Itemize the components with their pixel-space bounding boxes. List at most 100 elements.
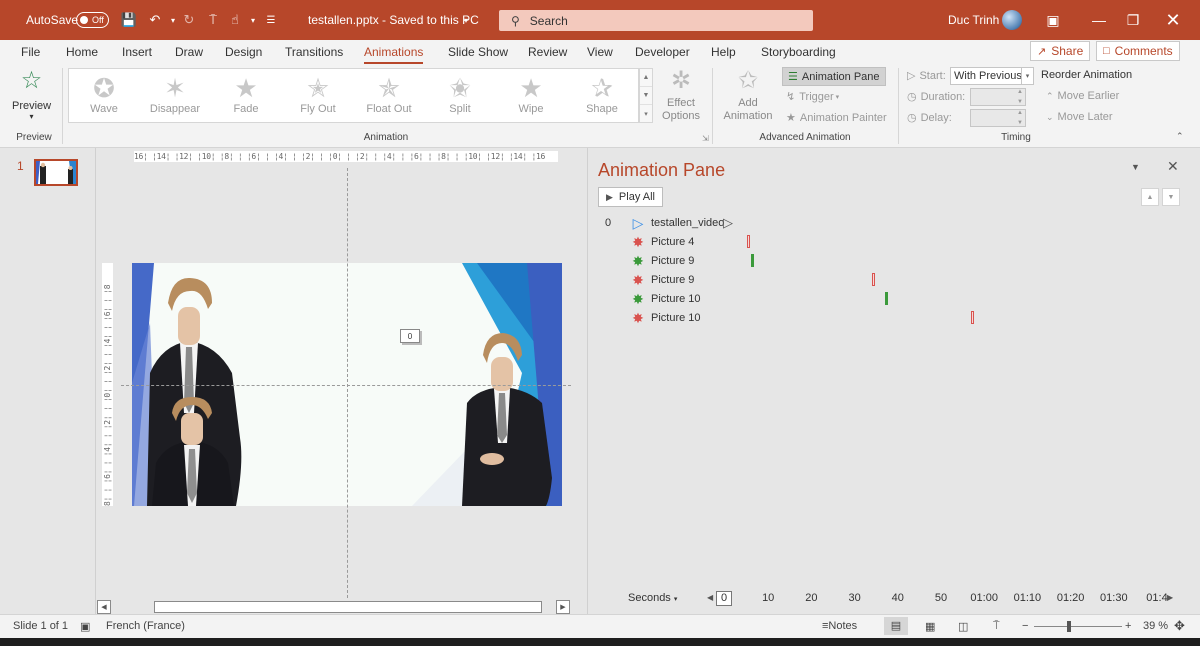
redo-icon[interactable]: ↻ [180, 0, 198, 40]
animation-painter-button[interactable]: ★ Animation Painter [786, 111, 887, 125]
tab-developer[interactable]: Developer [635, 42, 690, 62]
move-down-arrow-icon[interactable]: ▼ [1162, 188, 1180, 206]
user-avatar[interactable] [1002, 10, 1022, 30]
zoom-thumb[interactable] [1067, 621, 1072, 632]
present-icon[interactable]: ⍑ [204, 0, 222, 40]
timeline-scroll-right-icon[interactable]: ▶ [1167, 593, 1173, 602]
move-earlier-button[interactable]: ⌃ Move Earlier [1046, 90, 1119, 102]
tab-review[interactable]: Review [528, 42, 567, 62]
touch-dropdown-icon[interactable]: ▾ [244, 0, 262, 40]
tab-storyboarding[interactable]: Storyboarding [761, 42, 836, 62]
anim-disappear[interactable]: ✶ Disappear [140, 73, 210, 115]
animation-item-picture-9-entrance[interactable]: ✸ Picture 9 [588, 252, 1200, 271]
preview-button[interactable]: ☆ Preview ▾ [12, 68, 51, 122]
anim-shape[interactable]: ✰ Shape [567, 73, 637, 115]
notes-button[interactable]: ≡Notes [822, 620, 857, 632]
gallery-more-icon[interactable]: ▾ [640, 105, 652, 123]
animation-order-tag[interactable]: 0 [400, 329, 420, 343]
customize-toolbar-icon[interactable]: ☰ [262, 0, 280, 40]
start-select[interactable]: With Previous ▾ [950, 67, 1034, 85]
tab-draw[interactable]: Draw [175, 42, 203, 62]
share-label: Share [1051, 44, 1084, 58]
zoom-in-icon[interactable]: + [1125, 620, 1131, 632]
undo-icon[interactable]: ↶ [146, 0, 164, 40]
touch-mode-icon[interactable]: ☝ [226, 0, 244, 40]
scroll-right-icon[interactable]: ▶ [556, 600, 570, 614]
scroll-left-icon[interactable]: ◀ [97, 600, 111, 614]
tab-insert[interactable]: Insert [122, 42, 152, 62]
scroll-thumb[interactable] [154, 601, 542, 613]
gallery-scroll[interactable]: ▲ ▼ ▾ [639, 68, 653, 123]
tick-label: 01:30 [1100, 592, 1128, 604]
comments-button[interactable]: □ Comments [1096, 41, 1180, 61]
horizontal-scrollbar[interactable]: ◀ ▶ [97, 600, 570, 614]
search-input[interactable]: ⚲ Search [499, 10, 813, 31]
tab-slide-show[interactable]: Slide Show [448, 42, 508, 62]
trigger-button[interactable]: ↯ Trigger ▾ [786, 90, 839, 104]
seconds-dropdown[interactable]: Seconds ▾ [628, 592, 677, 604]
add-animation-button[interactable]: ✩ Add Animation [720, 68, 776, 123]
delay-spinner-icon[interactable]: ▲ ▼ [1015, 110, 1025, 126]
gallery-up-icon[interactable]: ▲ [640, 69, 652, 87]
close-pane-icon[interactable]: ✕ [1167, 158, 1179, 175]
tab-design[interactable]: Design [225, 42, 262, 62]
tab-transitions[interactable]: Transitions [285, 42, 343, 62]
animation-item-picture-10-exit[interactable]: ✸ Picture 10 [588, 309, 1200, 328]
animation-item-picture-10-entrance[interactable]: ✸ Picture 10 [588, 290, 1200, 309]
slide-info[interactable]: Slide 1 of 1 [13, 620, 68, 632]
timing-bar[interactable] [750, 254, 754, 267]
start-dropdown-icon[interactable]: ▾ [1021, 68, 1033, 84]
effect-options-button[interactable]: ✲ Effect Options [656, 68, 706, 123]
normal-view-icon[interactable]: ▤ [884, 617, 908, 635]
save-icon[interactable]: 💾 [120, 0, 138, 40]
tab-file[interactable]: File [21, 42, 40, 62]
move-later-button[interactable]: ⌄ Move Later [1046, 111, 1113, 123]
collapse-ribbon-icon[interactable]: ⌃ [1176, 131, 1184, 142]
gallery-down-icon[interactable]: ▼ [640, 87, 652, 105]
tab-animations[interactable]: Animations [364, 42, 424, 64]
spellcheck-icon[interactable]: ▣ [80, 620, 90, 633]
tab-view[interactable]: View [587, 42, 613, 62]
timing-bar[interactable] [871, 273, 875, 286]
anim-fade[interactable]: ★ Fade [211, 73, 281, 115]
animation-item-video[interactable]: 0 ▷ testallen_video ▷ [588, 214, 1200, 233]
anim-split[interactable]: ✬ Split [425, 73, 495, 115]
timing-bar[interactable] [971, 311, 975, 324]
zoom-slider[interactable] [1034, 621, 1122, 632]
pane-options-dropdown-icon[interactable]: ▼ [1131, 162, 1140, 172]
slide-sorter-icon[interactable]: ▦ [925, 620, 935, 633]
share-button[interactable]: ↗ Share [1030, 41, 1091, 61]
anim-float-out[interactable]: ✯ Float Out [354, 73, 424, 115]
anim-wave[interactable]: ✪ Wave [69, 73, 139, 115]
reading-view-icon[interactable]: ◫ [958, 620, 968, 633]
tab-help[interactable]: Help [711, 42, 736, 62]
title-dropdown-icon[interactable]: ▾ [457, 0, 475, 40]
language-label[interactable]: French (France) [106, 620, 185, 632]
anim-wipe[interactable]: ★ Wipe [496, 73, 566, 115]
fit-to-window-icon[interactable]: ✥ [1174, 618, 1185, 634]
zoom-out-icon[interactable]: − [1022, 620, 1028, 632]
duration-field[interactable]: ▲ ▼ [970, 88, 1026, 106]
anim-fly-out[interactable]: ✭ Fly Out [283, 73, 353, 115]
duration-spinner-icon[interactable]: ▲ ▼ [1015, 89, 1025, 105]
close-window-icon[interactable]: ✕ [1153, 0, 1193, 40]
tab-home[interactable]: Home [66, 42, 98, 62]
user-name[interactable]: Duc Trinh [948, 0, 999, 40]
zoom-level[interactable]: 39 % [1143, 620, 1168, 632]
slideshow-view-icon[interactable]: ⍑ [993, 620, 1000, 633]
document-title[interactable]: testallen.pptx - Saved to this PC [308, 0, 479, 40]
animation-item-picture-4[interactable]: ✸ Picture 4 [588, 233, 1200, 252]
delay-field[interactable]: ▲ ▼ [970, 109, 1026, 127]
slide-thumbnail[interactable] [34, 159, 78, 186]
ribbon-display-options-icon[interactable]: ▣ [1033, 0, 1073, 40]
play-all-button[interactable]: ▶ Play All [598, 187, 663, 207]
animation-dialog-launcher-icon[interactable]: ⇲ [702, 134, 709, 143]
restore-icon[interactable]: ❐ [1113, 0, 1153, 40]
animation-pane-button[interactable]: ☰ Animation Pane [782, 67, 886, 86]
animation-item-picture-9-exit[interactable]: ✸ Picture 9 [588, 271, 1200, 290]
move-up-arrow-icon[interactable]: ▲ [1141, 188, 1159, 206]
autosave-toggle[interactable]: Off [76, 12, 109, 28]
timing-bar[interactable] [884, 292, 888, 305]
timeline-scroll-left-icon[interactable]: ◀ [707, 593, 713, 602]
timing-bar[interactable] [746, 235, 750, 248]
